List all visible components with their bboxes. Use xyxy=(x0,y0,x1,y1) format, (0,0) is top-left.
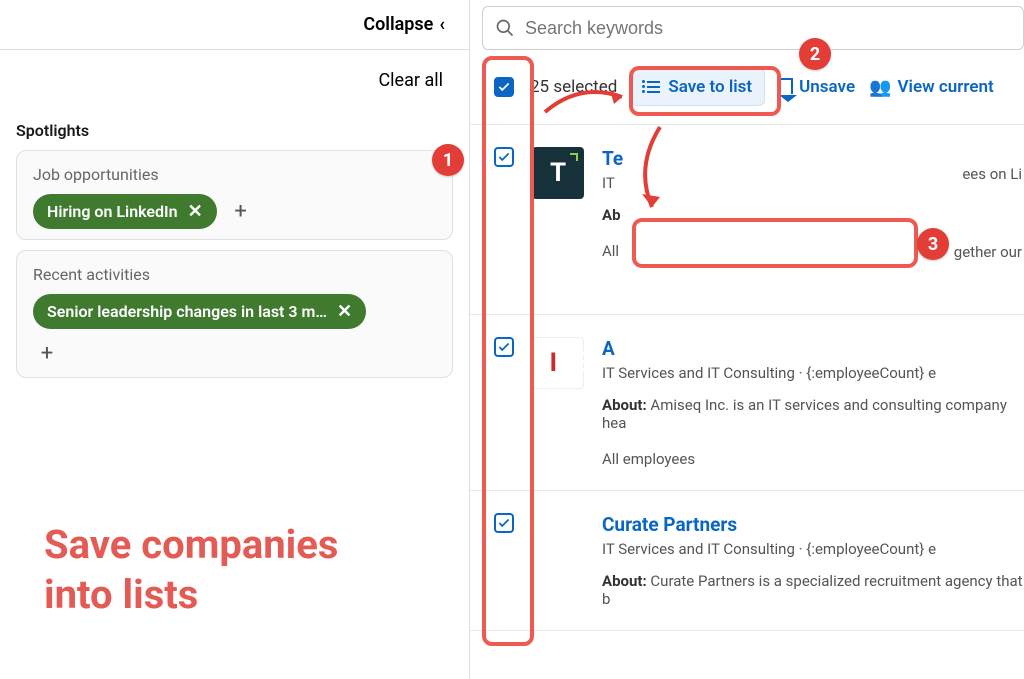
unsave-button[interactable]: Unsave xyxy=(779,77,855,97)
company-sub: IT Services and IT Consulting · {:employ… xyxy=(602,540,1024,558)
people-icon: 👥 xyxy=(869,77,891,98)
search-icon xyxy=(495,18,515,38)
company-name-link[interactable]: Curate Partners xyxy=(602,513,1024,536)
selected-count: 25 selected xyxy=(530,77,617,97)
about-label: About: xyxy=(602,572,647,590)
pill-label: Senior leadership changes in last 3 m… xyxy=(47,302,327,321)
company-logo: AMISEQ xyxy=(532,337,584,389)
company-result-row: T Te IT ees on Li Ab gether our All xyxy=(470,125,1024,315)
clear-all-button[interactable]: Clear all xyxy=(378,70,443,91)
unsave-label: Unsave xyxy=(799,77,855,97)
company-name-link[interactable]: A xyxy=(602,337,1024,360)
recent-activities-label: Recent activities xyxy=(33,265,436,284)
spotlights-heading: Spotlights xyxy=(16,121,453,140)
save-to-list-button[interactable]: Save to list xyxy=(631,68,765,106)
view-current-label: View current xyxy=(898,77,994,97)
about-text: Curate Partners is a specialized recruit… xyxy=(602,572,1023,608)
row-checkbox[interactable] xyxy=(494,147,514,167)
company-sub: IT xyxy=(602,174,1024,192)
close-icon[interactable]: ✕ xyxy=(188,203,203,221)
hiring-on-linkedin-pill[interactable]: Hiring on LinkedIn ✕ xyxy=(33,194,217,229)
chevron-left-icon: ‹ xyxy=(439,14,445,35)
add-job-filter-button[interactable]: + xyxy=(227,198,255,226)
annotation-headline: Save companies into lists Save companies… xyxy=(44,520,338,620)
company-result-row: AMISEQ A IT Services and IT Consulting ·… xyxy=(470,315,1024,491)
view-current-button[interactable]: 👥 View current xyxy=(869,77,994,98)
company-name-link[interactable]: Te xyxy=(602,147,1024,170)
company-logo: T xyxy=(532,147,584,199)
bulk-action-row: 25 selected Save to list Unsave 👥 View c… xyxy=(470,50,1024,125)
search-input[interactable] xyxy=(525,18,1011,39)
about-tail: gether our xyxy=(954,243,1022,261)
collapse-toggle[interactable]: Collapse ‹ xyxy=(0,0,469,50)
close-icon[interactable]: ✕ xyxy=(337,303,352,321)
about-label: Ab xyxy=(602,206,621,224)
company-logo: 🐿 xyxy=(532,513,584,565)
about-label: About: xyxy=(602,396,647,414)
leadership-changes-pill[interactable]: Senior leadership changes in last 3 m… ✕ xyxy=(33,294,366,329)
about-text: Amiseq Inc. is an IT services and consul… xyxy=(602,396,1007,432)
bookmark-icon xyxy=(779,78,793,96)
spotlight-card-recent-activities: Recent activities Senior leadership chan… xyxy=(16,250,453,378)
all-employees-link[interactable]: All employees xyxy=(602,450,1024,468)
save-to-list-label: Save to list xyxy=(668,77,752,97)
add-activity-filter-button[interactable]: + xyxy=(33,339,61,367)
select-all-checkbox[interactable] xyxy=(494,77,514,97)
search-bar[interactable] xyxy=(482,6,1024,50)
pill-label: Hiring on LinkedIn xyxy=(47,202,178,221)
collapse-label: Collapse xyxy=(363,14,433,35)
job-opportunities-label: Job opportunities xyxy=(33,165,436,184)
list-icon xyxy=(644,81,660,93)
row-checkbox[interactable] xyxy=(494,513,514,533)
company-result-row: 🐿 Curate Partners IT Services and IT Con… xyxy=(470,491,1024,631)
spotlight-card-job-opportunities: Job opportunities Hiring on LinkedIn ✕ + xyxy=(16,150,453,240)
company-sub: IT Services and IT Consulting · {:employ… xyxy=(602,364,1024,382)
company-tail-text: ees on Li xyxy=(962,165,1022,183)
